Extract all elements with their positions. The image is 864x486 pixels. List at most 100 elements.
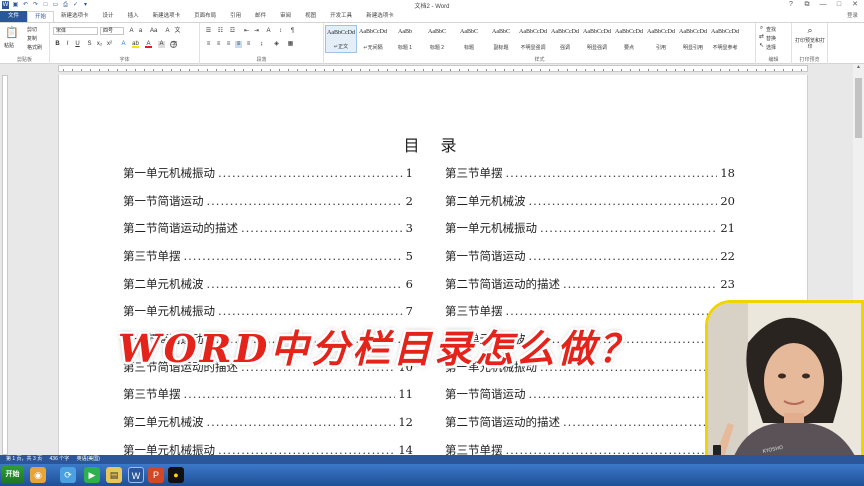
toc-entry[interactable]: 第二单元机械波 20 (445, 187, 735, 215)
toc-entry[interactable]: 第二节简谐运动的描述 3 (123, 214, 413, 242)
style-item[interactable]: AaBbCcDd 不明显参考 (709, 25, 741, 53)
text-effect-icon[interactable]: A (120, 41, 127, 48)
superscript-icon[interactable]: x² (106, 41, 113, 48)
style-item[interactable]: AaBbCcDd 引用 (645, 25, 677, 53)
line-spacing-icon[interactable]: ↨ (258, 41, 265, 48)
bullets-icon[interactable]: ☰ (205, 28, 212, 35)
toc-entry[interactable]: 第二节简谐运动的描述29 (445, 408, 735, 436)
toc-entry[interactable]: 第一节简谐运动 2 (123, 187, 413, 215)
show-marks-icon[interactable]: ¶ (289, 28, 296, 35)
tab-references[interactable]: 引用 (223, 11, 248, 22)
align-center-icon[interactable]: ≡ (215, 41, 222, 48)
copy-button[interactable]: 复制 (27, 35, 37, 42)
toc-entry[interactable]: 第三节单摆 5 (123, 242, 413, 270)
align-left-icon[interactable]: ≡ (205, 41, 212, 48)
tab-page-layout[interactable]: 页面布局 (187, 11, 223, 22)
print-preview-large-icon[interactable]: ⌕ (805, 25, 815, 35)
italic-button[interactable]: I (64, 41, 71, 48)
toc-entry[interactable]: 第一节简谐运动 22 (445, 242, 735, 270)
status-words[interactable]: 436 个字 (50, 456, 70, 462)
scroll-thumb[interactable] (855, 78, 862, 138)
status-page[interactable]: 第 1 页，共 3 页 (6, 456, 42, 462)
tab-review[interactable]: 审阅 (273, 11, 298, 22)
toc-entry[interactable]: 第三节单摆30 (445, 436, 735, 455)
print-preview-button[interactable]: 打印预览和打印 (793, 38, 827, 50)
tab-insert[interactable]: 插入 (121, 11, 146, 22)
refresh-icon[interactable]: ⟳ (60, 467, 76, 483)
borders-icon[interactable]: ▦ (287, 41, 294, 48)
vertical-ruler[interactable] (0, 75, 9, 455)
subscript-icon[interactable]: x₂ (96, 41, 103, 48)
underline-button[interactable]: U (74, 41, 81, 48)
justify-icon[interactable]: ≡ (235, 41, 242, 48)
tab-new-3[interactable]: 新建选项卡 (359, 11, 401, 22)
style-item[interactable]: AaBbCcDd ↵正文 (325, 25, 357, 53)
style-item[interactable]: AaBb 标题 1 (389, 25, 421, 53)
tab-new-1[interactable]: 新建选项卡 (54, 11, 96, 22)
format-painter-button[interactable]: 格式刷 (27, 44, 42, 51)
tab-design[interactable]: 设计 (96, 11, 121, 22)
multilevel-list-icon[interactable]: ☲ (229, 28, 236, 35)
style-item[interactable]: AaBbC 标题 (453, 25, 485, 53)
paste-icon[interactable]: 📋 (5, 26, 19, 40)
decrease-indent-icon[interactable]: ⇤ (243, 28, 250, 35)
style-item[interactable]: AaBbCcDd 明显引用 (677, 25, 709, 53)
document-page[interactable]: 目 录 第一单元机械振动 1 第一节简谐运动 2 第二节简谐运动的描述 3 第三节单摆 5 第二… (58, 75, 808, 455)
login-link[interactable]: 登录 (847, 11, 858, 22)
paste-button[interactable]: 粘贴 (4, 42, 14, 49)
tab-mailings[interactable]: 邮件 (248, 11, 273, 22)
enclose-char-icon[interactable]: 字 (170, 41, 177, 48)
style-item[interactable]: AaBbCcDd 要点 (613, 25, 645, 53)
highlight-icon[interactable]: ab (132, 41, 139, 48)
replace-button[interactable]: 替换 (766, 35, 776, 42)
style-item[interactable]: AaBbCcDd 明显强调 (581, 25, 613, 53)
change-case-icon[interactable]: Aa (150, 28, 157, 35)
word-taskbar-icon[interactable]: W (128, 467, 144, 483)
toc-entry[interactable]: 第一节简谐运动28 (445, 381, 735, 409)
distribute-icon[interactable]: ≡ (245, 41, 252, 48)
char-shading-icon[interactable]: A (158, 41, 165, 48)
select-button[interactable]: 选择 (766, 44, 776, 51)
font-color-icon[interactable]: A (145, 41, 152, 48)
ribbon-options-icon[interactable]: ⧉ (800, 0, 814, 10)
chinese-layout-icon[interactable]: A (265, 28, 272, 35)
font-name-select[interactable]: 宋体 (53, 27, 98, 35)
increase-indent-icon[interactable]: ⇥ (253, 28, 260, 35)
tab-developer[interactable]: 开发工具 (323, 11, 359, 22)
start-button[interactable]: 开始 (1, 466, 24, 484)
shrink-font-icon[interactable]: a (137, 28, 144, 35)
shading-icon[interactable]: ◈ (273, 41, 280, 48)
style-item[interactable]: AaBbCcDd 强调 (549, 25, 581, 53)
strikethrough-icon[interactable]: S (86, 41, 93, 48)
close-icon[interactable]: ✕ (848, 0, 862, 10)
style-item[interactable]: AaBbCcDd ↵无间隔 (357, 25, 389, 53)
toc-entry[interactable]: 第一单元机械振动 14 (123, 436, 413, 455)
scroll-up-icon[interactable]: ▲ (853, 64, 864, 72)
style-item[interactable]: AaBbC 副标题 (485, 25, 517, 53)
maximize-icon[interactable]: □ (832, 0, 846, 10)
style-item[interactable]: AaBbCcDd 不明显强调 (517, 25, 549, 53)
toc-entry[interactable]: 第一单元机械振动 21 (445, 214, 735, 242)
media-icon[interactable]: ▶ (84, 467, 100, 483)
qq-icon[interactable]: ● (168, 467, 184, 483)
browser-icon[interactable]: ◉ (30, 467, 46, 483)
toc-entry[interactable]: 第三节单摆 11 (123, 381, 413, 409)
tab-new-2[interactable]: 新建选项卡 (146, 11, 188, 22)
toc-entry[interactable]: 第三节单摆 18 (445, 159, 735, 187)
clear-format-icon[interactable]: A (164, 28, 171, 35)
cut-button[interactable]: 剪切 (27, 26, 37, 33)
minimize-icon[interactable]: — (816, 0, 830, 10)
status-language[interactable]: 英语(美国) (77, 456, 100, 462)
bold-button[interactable]: B (54, 41, 61, 48)
style-item[interactable]: AaBbC 标题 2 (421, 25, 453, 53)
tab-file[interactable]: 文件 (0, 11, 28, 22)
find-button[interactable]: 查找 (766, 26, 776, 33)
pinyin-icon[interactable]: 文 (174, 28, 181, 35)
align-right-icon[interactable]: ≡ (225, 41, 232, 48)
help-icon[interactable]: ? (784, 0, 798, 10)
horizontal-ruler[interactable] (0, 64, 864, 73)
explorer-icon[interactable]: ▤ (106, 467, 122, 483)
ppt-icon[interactable]: P (148, 467, 164, 483)
sort-icon[interactable]: ↕ (277, 28, 284, 35)
tab-home[interactable]: 开始 (27, 11, 55, 22)
